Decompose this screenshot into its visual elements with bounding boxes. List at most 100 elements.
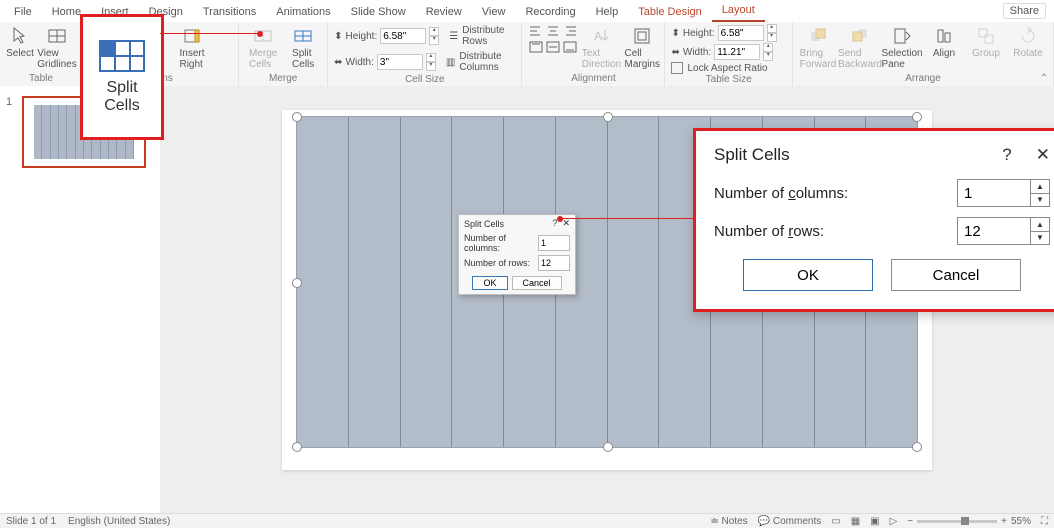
slide-indicator: Slide 1 of 1: [6, 516, 56, 527]
resize-handle[interactable]: [603, 442, 613, 452]
cell-margins-button[interactable]: Cell Margins: [624, 24, 660, 70]
collapse-ribbon-icon[interactable]: ⌃: [1040, 73, 1048, 84]
resize-handle[interactable]: [912, 112, 922, 122]
fit-to-window-icon[interactable]: ⛶: [1041, 516, 1048, 527]
width-icon: ⬌: [334, 57, 342, 68]
group-icon: [976, 26, 996, 46]
cancel-button-small[interactable]: Cancel: [512, 276, 562, 290]
align-objects-icon: [934, 26, 954, 46]
align-middle-icon[interactable]: [545, 40, 561, 54]
tab-review[interactable]: Review: [416, 2, 472, 22]
table-height-field[interactable]: ⬍ Height: ▴▾: [671, 24, 776, 42]
align-objects-button[interactable]: Align: [925, 24, 963, 59]
sorter-view-icon[interactable]: ▦: [851, 516, 860, 527]
table-width-input[interactable]: [714, 44, 760, 60]
close-icon[interactable]: ✕: [562, 218, 570, 228]
spinner[interactable]: ▴▾: [767, 24, 777, 42]
distribute-cols-button[interactable]: ▥ Distribute Columns: [444, 50, 516, 74]
cols-label: Number of columns:: [464, 233, 538, 253]
align-right-icon[interactable]: [562, 24, 578, 38]
tab-slideshow[interactable]: Slide Show: [341, 2, 416, 22]
slideshow-view-icon[interactable]: ▷: [890, 516, 898, 527]
spin-down-icon[interactable]: ▼: [1031, 232, 1049, 245]
resize-handle[interactable]: [292, 442, 302, 452]
cell-height-input[interactable]: [380, 28, 426, 44]
callout-connector: [560, 218, 693, 219]
rows-input[interactable]: [958, 218, 1030, 244]
rotate-icon: [1018, 26, 1038, 46]
tab-recording[interactable]: Recording: [515, 2, 585, 22]
ok-button-small[interactable]: OK: [472, 276, 507, 290]
align-left-icon[interactable]: [528, 24, 544, 38]
cols-input[interactable]: [958, 180, 1030, 206]
close-icon[interactable]: ✕: [1036, 145, 1050, 165]
help-icon[interactable]: ?: [1002, 145, 1011, 165]
table-height-input[interactable]: [718, 25, 764, 41]
cell-width-input[interactable]: [377, 54, 423, 70]
resize-handle[interactable]: [912, 442, 922, 452]
slide-thumbnail-pane: 1: [0, 86, 177, 514]
split-cells-callout-label: Split Cells: [104, 79, 140, 115]
svg-text:A: A: [594, 29, 602, 43]
resize-handle[interactable]: [292, 278, 302, 288]
tab-view[interactable]: View: [472, 2, 516, 22]
distribute-rows-button[interactable]: ☰ Distribute Rows: [447, 24, 515, 48]
split-cells-button[interactable]: Split Cells: [285, 24, 321, 70]
rows-label: Number of rows:: [714, 223, 824, 240]
spin-down-icon[interactable]: ▼: [1031, 194, 1049, 207]
spinner[interactable]: ▴▾: [429, 27, 439, 45]
distribute-rows-icon: ☰: [449, 31, 458, 42]
split-cells-callout: Split Cells: [80, 14, 164, 140]
resize-handle[interactable]: [603, 112, 613, 122]
align-bottom-icon[interactable]: [562, 40, 578, 54]
spin-up-icon[interactable]: ▲: [1031, 218, 1049, 232]
select-button[interactable]: Select: [6, 24, 34, 59]
cancel-button[interactable]: Cancel: [891, 259, 1021, 291]
zoom-level[interactable]: 55%: [1011, 516, 1031, 527]
status-bar: Slide 1 of 1 English (United States) ≐ N…: [0, 513, 1054, 528]
cell-margins-icon: [632, 26, 652, 46]
share-button[interactable]: Share: [1003, 3, 1046, 19]
align-center-icon[interactable]: [545, 24, 561, 38]
tab-help[interactable]: Help: [586, 2, 629, 22]
tab-layout[interactable]: Layout: [712, 0, 765, 22]
align-top-icon[interactable]: [528, 40, 544, 54]
insert-right-button[interactable]: Insert Right: [173, 24, 211, 70]
view-gridlines-button[interactable]: View Gridlines: [38, 24, 76, 70]
merge-cells-button: Merge Cells: [245, 24, 281, 70]
ok-button[interactable]: OK: [743, 259, 873, 291]
callout-connector: [160, 33, 260, 34]
comments-button[interactable]: 💬 Comments: [758, 516, 822, 527]
split-cells-icon: [293, 26, 313, 46]
send-backward-icon: [850, 26, 870, 46]
cols-input-small[interactable]: [538, 235, 570, 251]
zoom-slider[interactable]: − + 55%: [907, 516, 1031, 527]
group-label-alignment: Alignment: [528, 73, 658, 86]
spin-up-icon[interactable]: ▲: [1031, 180, 1049, 194]
height-icon: ⬍: [671, 28, 679, 39]
cell-width-field[interactable]: ⬌ Width: ▴▾: [334, 53, 436, 71]
selection-pane-button[interactable]: Selection Pane: [883, 24, 921, 70]
spinner[interactable]: ▴▾: [763, 43, 773, 61]
table-insert-right-icon: [182, 26, 202, 46]
resize-handle[interactable]: [292, 112, 302, 122]
tab-transitions[interactable]: Transitions: [193, 2, 266, 22]
lock-aspect-checkbox[interactable]: Lock Aspect Ratio: [671, 62, 767, 74]
zoom-out-icon[interactable]: −: [907, 516, 913, 527]
table-width-field[interactable]: ⬌ Width: ▴▾: [671, 43, 773, 61]
tab-tabledesign[interactable]: Table Design: [628, 2, 712, 22]
notes-button[interactable]: ≐ Notes: [710, 516, 747, 527]
cols-label: Number of columns:: [714, 185, 848, 202]
lang-indicator[interactable]: English (United States): [68, 516, 170, 527]
rows-input-small[interactable]: [538, 255, 570, 271]
width-icon: ⬌: [671, 47, 679, 58]
spinner[interactable]: ▴▾: [426, 53, 436, 71]
send-backward-button: Send Backward: [841, 24, 879, 70]
zoom-in-icon[interactable]: +: [1001, 516, 1007, 527]
reading-view-icon[interactable]: ▣: [870, 516, 879, 527]
normal-view-icon[interactable]: ▭: [831, 516, 840, 527]
tab-animations[interactable]: Animations: [266, 2, 340, 22]
group-label-arrange: Arrange: [799, 73, 1047, 86]
tab-file[interactable]: File: [4, 2, 42, 22]
cell-height-field[interactable]: ⬍ Height: ▴▾: [334, 27, 439, 45]
